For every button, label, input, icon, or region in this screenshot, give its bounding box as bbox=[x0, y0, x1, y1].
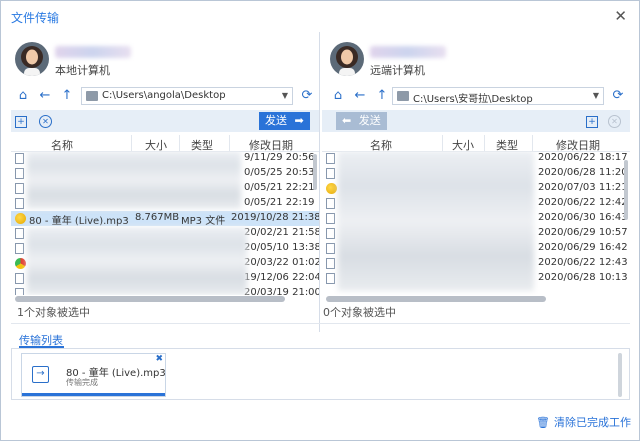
file-icon bbox=[326, 168, 335, 179]
back-arrow-icon[interactable]: ← bbox=[37, 88, 53, 104]
local-toolbar: + ✕ 发送 ➡ bbox=[11, 110, 319, 132]
avatar bbox=[330, 42, 364, 76]
up-arrow-icon[interactable]: ↑ bbox=[59, 88, 75, 104]
refresh-icon[interactable]: ⟳ bbox=[299, 88, 315, 104]
file-icon bbox=[326, 213, 335, 224]
chevron-down-icon[interactable]: ▼ bbox=[593, 91, 599, 100]
cancel-icon[interactable]: ✕ bbox=[608, 115, 621, 128]
back-arrow-icon[interactable]: ← bbox=[352, 88, 368, 104]
blurred-file-names bbox=[27, 151, 241, 209]
remote-file-list: 2020/06/22 18:17 2020/06/28 11:20 2020/0… bbox=[322, 151, 630, 295]
local-path-text: C:\Users\angola\Desktop bbox=[102, 90, 226, 101]
remote-path-text: C:\Users\安哥拉\Desktop bbox=[413, 94, 533, 105]
file-transfer-window: 文件传输 ✕ 本地计算机 ⌂ ← ↑ C:\Users\angola\Deskt… bbox=[0, 0, 640, 441]
title-bar: 文件传输 ✕ bbox=[1, 1, 639, 31]
file-type: MP3 文件 bbox=[181, 216, 226, 227]
remote-status: 0个对象被选中 bbox=[323, 306, 396, 319]
home-icon[interactable]: ⌂ bbox=[15, 88, 31, 104]
chrome-icon bbox=[15, 258, 26, 269]
blurred-file-names bbox=[27, 227, 247, 295]
table-row-selected[interactable]: 80 - 童年 (Live).mp3 8.767MB MP3 文件 2019/1… bbox=[11, 211, 319, 227]
window-title: 文件传输 bbox=[11, 11, 60, 25]
transfer-item-card[interactable]: → 80 - 童年 (Live).mp3 传输完成 ✖ bbox=[21, 353, 166, 397]
local-table-header: 名称 大小 类型 修改日期 bbox=[11, 135, 319, 152]
mp3-file-icon bbox=[326, 183, 337, 194]
file-size: 8.767MB bbox=[135, 212, 180, 223]
arrow-left-icon: ⬅ bbox=[342, 114, 352, 127]
new-folder-icon[interactable]: + bbox=[15, 116, 27, 128]
send-button-disabled[interactable]: ⬅ 发送 bbox=[336, 112, 387, 130]
local-file-list: 9/11/29 20:56 0/05/25 20:53 0/05/21 22:2… bbox=[11, 151, 319, 295]
remote-nav-bar: ⌂ ← ↑ C:\Users\安哥拉\Desktop ▼ ⟳ bbox=[322, 86, 630, 108]
file-icon bbox=[15, 243, 24, 254]
horizontal-scrollbar[interactable] bbox=[326, 296, 546, 302]
file-icon bbox=[15, 168, 24, 179]
local-pane: 本地计算机 ⌂ ← ↑ C:\Users\angola\Desktop ▼ ⟳ … bbox=[11, 32, 319, 302]
file-icon bbox=[326, 228, 335, 239]
send-button-label: 发送 bbox=[358, 114, 381, 127]
arrow-right-icon: ➡ bbox=[294, 114, 304, 127]
local-nav-bar: ⌂ ← ↑ C:\Users\angola\Desktop ▼ ⟳ bbox=[11, 86, 319, 108]
folder-icon bbox=[86, 91, 98, 101]
file-icon bbox=[15, 183, 24, 194]
transfer-file-icon: → bbox=[32, 366, 49, 383]
horizontal-scrollbar[interactable] bbox=[15, 296, 285, 302]
file-icon bbox=[15, 288, 24, 295]
transfer-progress-bar bbox=[22, 393, 165, 396]
chevron-down-icon[interactable]: ▼ bbox=[282, 91, 288, 100]
local-status: 1个对象被选中 bbox=[17, 306, 90, 319]
clear-completed-label: 清除已完成工作 bbox=[553, 416, 631, 429]
refresh-icon[interactable]: ⟳ bbox=[610, 88, 626, 104]
file-icon bbox=[326, 258, 335, 269]
pane-divider bbox=[319, 32, 320, 332]
remote-path-field[interactable]: C:\Users\安哥拉\Desktop ▼ bbox=[392, 87, 604, 105]
file-icon bbox=[326, 198, 335, 209]
new-folder-icon[interactable]: + bbox=[586, 116, 598, 128]
remote-table-header: 名称 大小 类型 修改日期 bbox=[322, 135, 630, 152]
local-path-field[interactable]: C:\Users\angola\Desktop ▼ bbox=[81, 87, 293, 105]
cancel-icon[interactable]: ✕ bbox=[39, 115, 52, 128]
transfer-status: 传输完成 bbox=[66, 378, 98, 387]
username-blurred bbox=[55, 46, 131, 58]
home-icon[interactable]: ⌂ bbox=[330, 88, 346, 104]
transfer-scrollbar[interactable] bbox=[618, 353, 622, 397]
close-icon[interactable]: ✖ bbox=[155, 354, 163, 364]
vertical-scrollbar[interactable] bbox=[313, 154, 317, 190]
folder-icon bbox=[397, 91, 409, 101]
file-date: 2019/10/28 21:38 bbox=[231, 212, 319, 223]
clear-completed-button[interactable]: 🗑 清除已完成工作 bbox=[536, 414, 631, 430]
file-icon bbox=[15, 228, 24, 239]
remote-computer-label: 远端计算机 bbox=[370, 64, 425, 77]
file-icon bbox=[326, 273, 335, 284]
file-icon bbox=[15, 198, 24, 209]
remote-pane: 远端计算机 ⌂ ← ↑ C:\Users\安哥拉\Desktop ▼ ⟳ ⬅ 发… bbox=[322, 32, 630, 302]
file-name: 80 - 童年 (Live).mp3 bbox=[29, 216, 129, 227]
send-button-label: 发送 bbox=[265, 114, 287, 127]
trash-icon: 🗑 bbox=[536, 416, 550, 429]
vertical-scrollbar[interactable] bbox=[624, 160, 628, 220]
file-icon bbox=[326, 243, 335, 254]
blurred-file-names bbox=[338, 151, 534, 291]
remote-toolbar: ⬅ 发送 + ✕ bbox=[322, 110, 630, 132]
local-computer-label: 本地计算机 bbox=[55, 64, 110, 77]
send-button[interactable]: 发送 ➡ bbox=[259, 112, 310, 130]
up-arrow-icon[interactable]: ↑ bbox=[374, 88, 390, 104]
avatar bbox=[15, 42, 49, 76]
remote-profile: 远端计算机 bbox=[322, 32, 630, 82]
file-icon bbox=[326, 153, 335, 164]
file-icon bbox=[15, 153, 24, 164]
username-blurred bbox=[370, 46, 446, 58]
local-profile: 本地计算机 bbox=[11, 32, 319, 82]
file-icon bbox=[15, 273, 24, 284]
mp3-file-icon bbox=[15, 213, 26, 224]
divider bbox=[11, 323, 630, 324]
close-icon[interactable]: ✕ bbox=[614, 7, 627, 25]
